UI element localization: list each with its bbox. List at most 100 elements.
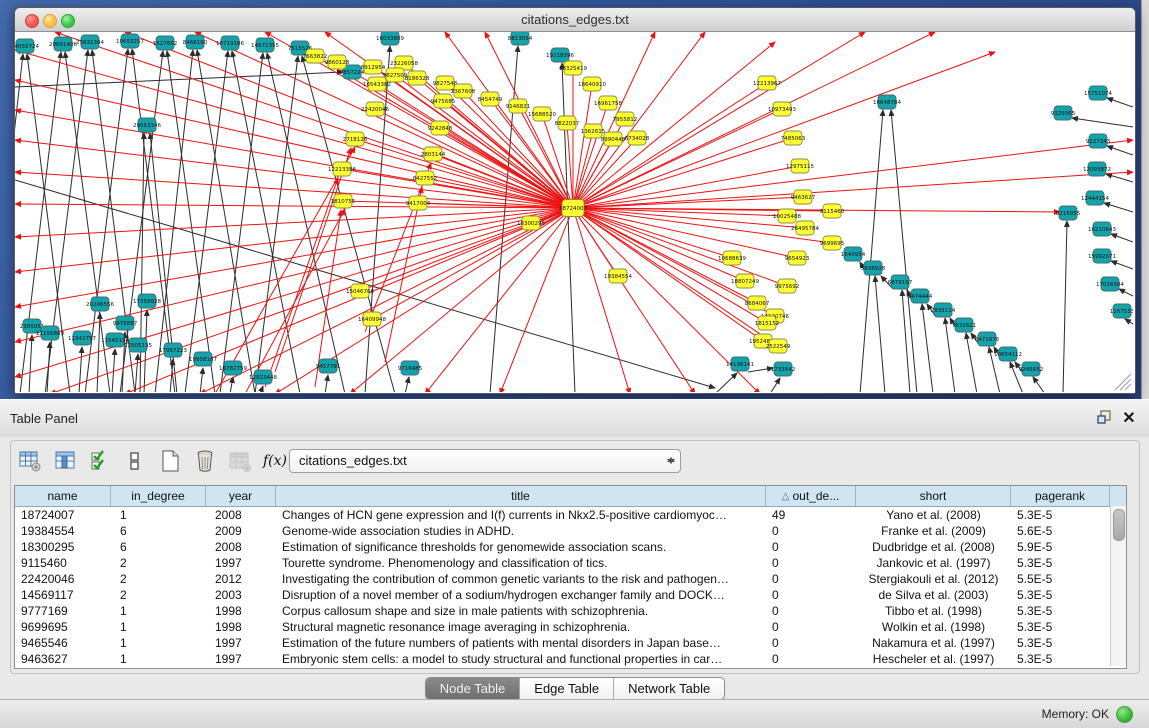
graph-edge[interactable]: [748, 368, 773, 372]
graph-edge[interactable]: [405, 377, 409, 392]
select-all-columns-icon[interactable]: [87, 448, 113, 474]
graph-edge[interactable]: [573, 208, 1060, 212]
table-row[interactable]: 1830029562008Estimation of significance …: [15, 539, 1126, 555]
graph-edge[interactable]: [15, 140, 573, 208]
network-window-titlebar[interactable]: citations_edges.txt: [15, 8, 1135, 32]
table-scrollbar[interactable]: [1110, 506, 1126, 666]
graph-edge[interactable]: [500, 208, 573, 392]
delete-columns-icon[interactable]: [192, 448, 218, 474]
graph-edge[interactable]: [1125, 319, 1133, 324]
network-canvas[interactable]: 2405572420691406238313041065325715276028…: [15, 32, 1133, 392]
graph-edge[interactable]: [573, 208, 805, 228]
graph-edge[interactable]: [573, 109, 782, 208]
graph-edge[interactable]: [375, 109, 573, 208]
graph-edge[interactable]: [385, 187, 422, 362]
graph-edge[interactable]: [50, 208, 573, 392]
graph-edge[interactable]: [1033, 377, 1045, 392]
graph-edge[interactable]: [770, 378, 780, 392]
graph-edge[interactable]: [573, 140, 1133, 208]
network-graph[interactable]: 2405572420691406238313041065325715276028…: [15, 32, 1133, 392]
graph-edge[interactable]: [945, 318, 955, 392]
tab-node-table[interactable]: Node Table: [426, 678, 521, 699]
graph-edge[interactable]: [1072, 118, 1133, 127]
graph-edge[interactable]: [79, 347, 82, 392]
graph-edge[interactable]: [425, 208, 573, 392]
graph-edge[interactable]: [573, 208, 630, 392]
graph-edge[interactable]: [350, 208, 573, 392]
function-builder-icon[interactable]: f(x): [262, 448, 288, 474]
graph-edge[interactable]: [112, 349, 115, 392]
graph-edge[interactable]: [377, 84, 573, 208]
table-row[interactable]: 969969511998Structural magnetic resonanc…: [15, 619, 1126, 635]
graph-edge[interactable]: [325, 375, 328, 392]
graph-edge[interactable]: [15, 204, 573, 208]
table-row[interactable]: 946362711997Embryonic stem cells: a mode…: [15, 651, 1126, 667]
column-header-name[interactable]: name: [15, 486, 111, 506]
graph-edge[interactable]: [1107, 146, 1133, 155]
graph-edge[interactable]: [567, 123, 573, 208]
graph-edge[interactable]: [573, 208, 618, 276]
graph-edge[interactable]: [15, 208, 573, 342]
graph-edge[interactable]: [1107, 98, 1133, 107]
graph-edge[interactable]: [185, 51, 228, 392]
table-row[interactable]: 977716911998Corpus callosum shape and si…: [15, 603, 1126, 619]
table-scrollbar-thumb[interactable]: [1113, 509, 1125, 541]
graph-edge[interactable]: [140, 133, 144, 392]
graph-edge[interactable]: [573, 103, 608, 208]
graph-edge[interactable]: [1111, 234, 1133, 242]
delete-table-icon[interactable]: [227, 448, 253, 474]
graph-edge[interactable]: [891, 110, 917, 392]
graph-edge[interactable]: [1119, 289, 1133, 296]
graph-edge[interactable]: [1063, 221, 1067, 392]
graph-edge[interactable]: [275, 148, 351, 372]
graph-edge[interactable]: [1104, 203, 1133, 212]
column-header-in_degree[interactable]: in_degree: [111, 486, 206, 506]
table-mode-icon[interactable]: [17, 448, 43, 474]
table-row[interactable]: 1938455462009Genome-wide association stu…: [15, 523, 1126, 539]
graph-edge[interactable]: [135, 354, 138, 392]
graph-edge[interactable]: [922, 304, 933, 392]
graph-edge[interactable]: [15, 50, 573, 208]
tab-edge-table[interactable]: Edge Table: [520, 678, 614, 699]
graph-edge[interactable]: [20, 52, 61, 392]
graph-edge[interactable]: [125, 208, 573, 392]
graph-edge[interactable]: [715, 373, 737, 392]
table-row[interactable]: 1456911722003Disruption of a novel membe…: [15, 587, 1126, 603]
tab-network-table[interactable]: Network Table: [614, 678, 724, 699]
resize-grip-icon[interactable]: [1115, 374, 1131, 390]
graph-node-label: 18640910: [578, 82, 606, 88]
graph-edge[interactable]: [573, 208, 767, 323]
table-row[interactable]: 1872400712008Changes of HCN gene express…: [15, 507, 1126, 523]
graph-edge[interactable]: [573, 208, 775, 316]
graph-edge[interactable]: [260, 386, 263, 392]
table-row[interactable]: 2242004622012Investigating the contribut…: [15, 571, 1126, 587]
table-row[interactable]: 946554611997Estimation of the future num…: [15, 635, 1126, 651]
table-row[interactable]: 911546021997Tourette syndrome. Phenomeno…: [15, 555, 1126, 571]
graph-edge[interactable]: [573, 208, 763, 341]
column-header-out_de[interactable]: △out_de...: [766, 486, 856, 506]
graph-edge[interactable]: [573, 208, 745, 281]
create-column-icon[interactable]: [157, 448, 183, 474]
graph-edge[interactable]: [365, 163, 431, 332]
graph-edge[interactable]: [1111, 261, 1133, 269]
graph-edge[interactable]: [1106, 174, 1133, 182]
graph-edge[interactable]: [27, 54, 70, 392]
column-header-year[interactable]: year: [206, 486, 276, 506]
graph-edge[interactable]: [573, 197, 803, 208]
graph-edge[interactable]: [29, 335, 32, 392]
graph-edge[interactable]: [197, 50, 255, 392]
float-panel-icon[interactable]: [1095, 409, 1115, 429]
column-header-short[interactable]: short: [856, 486, 1011, 506]
column-header-pagerank[interactable]: pagerank: [1011, 486, 1110, 506]
show-columns-icon[interactable]: [52, 448, 78, 474]
table-switcher[interactable]: citations_edges.txt: [289, 449, 681, 473]
graph-edge[interactable]: [860, 110, 883, 392]
graph-edge[interactable]: [200, 368, 203, 392]
graph-edge[interactable]: [15, 172, 573, 208]
graph-edge[interactable]: [195, 32, 573, 208]
close-panel-icon[interactable]: ✕: [1119, 409, 1139, 429]
column-header-title[interactable]: title: [276, 486, 766, 506]
graph-edge[interactable]: [875, 276, 885, 392]
graph-edge[interactable]: [573, 32, 705, 208]
unselect-all-columns-icon[interactable]: [122, 448, 148, 474]
